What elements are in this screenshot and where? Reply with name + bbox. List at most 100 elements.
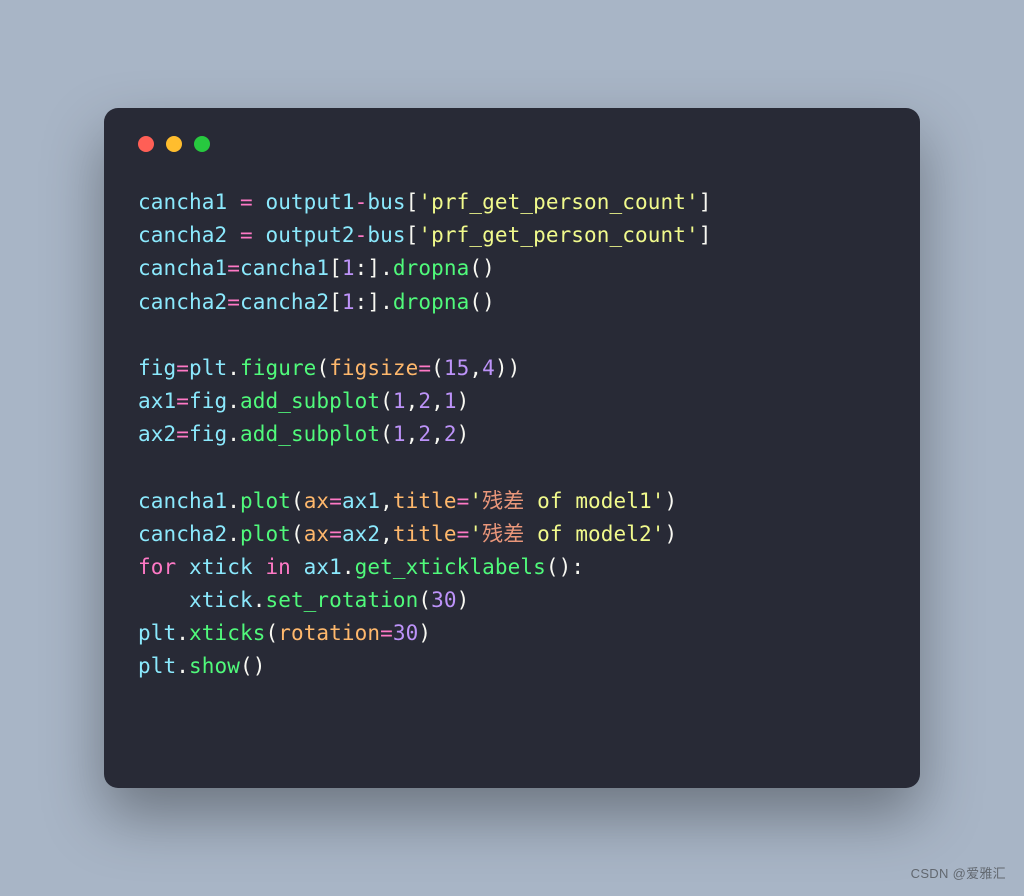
code-line: xtick.set_rotation(30) [138, 584, 886, 617]
code-token: = [176, 422, 189, 446]
code-token: . [227, 489, 240, 513]
code-token: 1 [393, 422, 406, 446]
code-token: ax1 [342, 489, 380, 513]
code-token: plt [138, 654, 176, 678]
code-line: cancha1=cancha1[1:].dropna() [138, 252, 886, 285]
code-token: add_subplot [240, 422, 380, 446]
code-token: () [240, 654, 266, 678]
code-token: bus [367, 190, 405, 214]
code-token: show [189, 654, 240, 678]
code-token: . [176, 654, 189, 678]
watermark: CSDN @爱雅汇 [911, 863, 1006, 882]
code-token: ax1 [138, 389, 176, 413]
code-token: = [457, 489, 470, 513]
minimize-icon[interactable] [166, 136, 182, 152]
code-token: 2 [444, 422, 457, 446]
code-token: 15 [444, 356, 470, 380]
mac-titlebar [138, 136, 886, 152]
code-token: :]. [355, 290, 393, 314]
code-token: ) [457, 389, 470, 413]
code-line: cancha1.plot(ax=ax1,title='残差 of model1'… [138, 485, 886, 518]
code-token: cancha1 [240, 256, 329, 280]
code-token: , [406, 389, 419, 413]
code-line [138, 319, 886, 352]
code-token: 1 [444, 389, 457, 413]
code-token: = [227, 256, 240, 280]
code-token: of model1' [524, 489, 664, 513]
code-token: figure [240, 356, 316, 380]
code-token: 2 [418, 422, 431, 446]
code-token: ax2 [138, 422, 176, 446]
code-token: 2 [418, 389, 431, 413]
code-token: ( [291, 522, 304, 546]
code-token: ax1 [291, 555, 342, 579]
code-token: = [457, 522, 470, 546]
code-token: . [227, 422, 240, 446]
code-token: = [240, 223, 253, 247]
code-token: ] [699, 190, 712, 214]
code-token: , [380, 522, 393, 546]
code-token: for [138, 555, 176, 579]
code-token: cancha2 [138, 223, 240, 247]
code-window: cancha1 = output1-bus['prf_get_person_co… [104, 108, 920, 788]
code-token: xtick [176, 555, 265, 579]
code-token: :]. [355, 256, 393, 280]
code-token: fig [138, 356, 176, 380]
code-token: 30 [393, 621, 419, 645]
code-token: , [431, 422, 444, 446]
code-token: ( [380, 422, 393, 446]
code-token: dropna [393, 256, 469, 280]
code-token: ax [304, 522, 330, 546]
close-icon[interactable] [138, 136, 154, 152]
code-token: add_subplot [240, 389, 380, 413]
code-token: 'prf_get_person_count' [418, 190, 698, 214]
code-token: = [380, 621, 393, 645]
code-line: ax1=fig.add_subplot(1,2,1) [138, 385, 886, 418]
code-token: )) [495, 356, 521, 380]
code-token: rotation [278, 621, 380, 645]
code-token: plt [189, 356, 227, 380]
code-token: ( [418, 588, 431, 612]
code-token: . [176, 621, 189, 645]
code-token: 30 [431, 588, 457, 612]
code-token: , [469, 356, 482, 380]
code-token: cancha1 [138, 256, 227, 280]
code-token: = [227, 290, 240, 314]
code-token: , [431, 389, 444, 413]
code-line: ax2=fig.add_subplot(1,2,2) [138, 418, 886, 451]
code-token: 1 [393, 389, 406, 413]
code-token: [ [329, 256, 342, 280]
code-token: , [380, 489, 393, 513]
code-token: ( [431, 356, 444, 380]
code-token: plot [240, 489, 291, 513]
code-token: plt [138, 621, 176, 645]
code-token: get_xticklabels [355, 555, 546, 579]
code-token: 残差 [482, 489, 524, 513]
code-token: ( [265, 621, 278, 645]
code-token: ) [457, 588, 470, 612]
code-line [138, 451, 886, 484]
code-block: cancha1 = output1-bus['prf_get_person_co… [138, 186, 886, 684]
code-line: fig=plt.figure(figsize=(15,4)) [138, 352, 886, 385]
code-token: bus [367, 223, 405, 247]
code-token: cancha2 [240, 290, 329, 314]
code-line: cancha2.plot(ax=ax2,title='残差 of model2'… [138, 518, 886, 551]
code-token: . [227, 522, 240, 546]
code-token: . [253, 588, 266, 612]
code-token: (): [546, 555, 584, 579]
maximize-icon[interactable] [194, 136, 210, 152]
code-token: = [329, 522, 342, 546]
code-line: cancha2=cancha2[1:].dropna() [138, 286, 886, 319]
code-token: 'prf_get_person_count' [418, 223, 698, 247]
code-token: title [393, 522, 457, 546]
code-token: ] [699, 223, 712, 247]
code-token: ) [418, 621, 431, 645]
code-token: = [176, 356, 189, 380]
code-token: [ [329, 290, 342, 314]
code-line: for xtick in ax1.get_xticklabels(): [138, 551, 886, 584]
code-token: ) [457, 422, 470, 446]
code-token: . [227, 356, 240, 380]
code-token: plot [240, 522, 291, 546]
code-token: ax2 [342, 522, 380, 546]
code-token: [ [406, 223, 419, 247]
